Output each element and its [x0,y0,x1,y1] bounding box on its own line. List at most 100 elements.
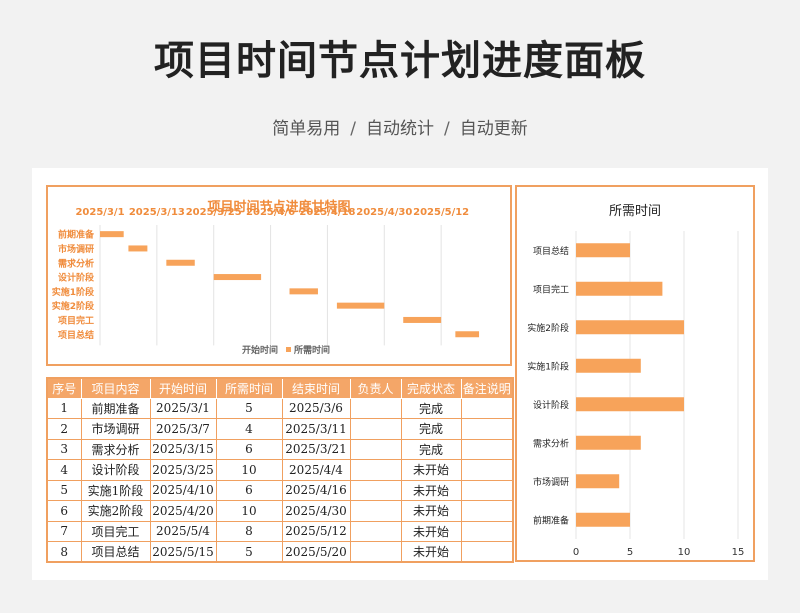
duration-bar [576,512,630,527]
table-cell: 2025/5/4 [149,520,217,542]
header-cell: 所需时间 [215,377,283,399]
y-category-label: 前期准备 [58,229,95,241]
table-cell: 2025/5/12 [281,520,351,542]
duration-bar [576,281,663,296]
table-cell: 2025/4/10 [149,479,217,501]
table-cell [349,397,402,419]
table-cell [349,438,402,460]
duration-bar [576,435,641,450]
y-category-label: 实施1阶段 [52,286,95,298]
table-row: 6 实施2阶段 2025/4/20 10 2025/4/30 未开始 [46,500,514,522]
table-cell: 完成 [400,438,462,460]
table-cell: 6 [215,479,283,501]
y-category-label: 设计阶段 [58,272,95,284]
table-cell: 6 [215,438,283,460]
y-category-label: 实施2阶段 [527,322,569,334]
table-cell [460,479,514,501]
y-category-label: 项目总结 [58,329,94,341]
table-cell: 1 [46,397,82,419]
table-cell: 完成 [400,397,462,419]
x-tick-label: 2025/3/13 [129,207,185,218]
table-cell [460,418,514,440]
y-category-label: 实施1阶段 [527,360,569,372]
header-cell: 项目内容 [80,377,151,399]
header-cell: 负责人 [349,377,402,399]
table-cell: 10 [215,459,283,481]
page-title: 项目时间节点计划进度面板 [154,38,646,84]
table-cell: 5 [215,541,283,563]
y-category-label: 市场调研 [58,243,94,255]
y-category-label: 项目完工 [58,314,94,326]
table-cell: 项目总结 [80,541,151,563]
schedule-table-panel: 序号 项目内容 开始时间 所需时间 结束时间 负责人 完成状态 备注说明 1 前期… [46,377,514,563]
table-cell: 完成 [400,418,462,440]
table-row: 2 市场调研 2025/3/7 4 2025/3/11 完成 [46,418,514,440]
gantt-bar [166,259,195,266]
y-category-label: 项目完工 [533,283,569,295]
table-cell: 2025/4/16 [281,479,351,501]
header-cell: 结束时间 [281,377,351,399]
table-cell [349,541,402,563]
x-tick-label: 2025/5/12 [413,207,469,218]
table-cell: 5 [46,479,82,501]
table-row: 8 项目总结 2025/5/15 5 2025/5/20 未开始 [46,541,514,563]
header-cell: 完成状态 [400,377,462,399]
table-cell: 市场调研 [80,418,151,440]
table-cell: 实施1阶段 [80,479,151,501]
x-tick-label: 2025/3/1 [75,207,124,218]
table-cell: 2025/3/25 [149,459,217,481]
legend-swatch [286,347,291,352]
table-cell [349,459,402,481]
duration-bar [576,320,684,335]
table-cell: 7 [46,520,82,542]
page-subtitle: 简单易用 / 自动统计 / 自动更新 [0,114,800,139]
table-cell: 2025/5/15 [149,541,217,563]
table-cell: 10 [215,500,283,522]
table-row: 1 前期准备 2025/3/1 5 2025/3/6 完成 [46,397,514,419]
duration-bar [576,243,630,258]
table-cell [460,459,514,481]
table-cell [460,541,514,563]
table-cell: 需求分析 [80,438,151,460]
table-cell [460,397,514,419]
table-row: 7 项目完工 2025/5/4 8 2025/5/12 未开始 [46,520,514,542]
table-cell [349,500,402,522]
y-category-label: 设计阶段 [533,399,569,411]
header-cell: 开始时间 [149,377,217,399]
table-cell: 未开始 [400,479,462,501]
table-cell: 2025/4/30 [281,500,351,522]
table-row: 4 设计阶段 2025/3/25 10 2025/4/4 未开始 [46,459,514,481]
table-cell: 2025/5/20 [281,541,351,563]
chart-title: 所需时间 [609,204,661,219]
table-cell: 实施2阶段 [80,500,151,522]
y-category-label: 需求分析 [58,257,94,269]
chart-title: 项目时间节点进度甘特图 [207,199,350,215]
table-cell: 未开始 [400,541,462,563]
table-cell: 8 [46,541,82,563]
header-cell: 序号 [46,377,82,399]
duration-bar [576,397,684,412]
table-cell: 6 [46,500,82,522]
table-row: 5 实施1阶段 2025/4/10 6 2025/4/16 未开始 [46,479,514,501]
y-category-label: 项目总结 [533,245,569,257]
table-cell: 2025/3/1 [149,397,217,419]
table-cell: 2025/3/7 [149,418,217,440]
table-cell: 项目完工 [80,520,151,542]
table-cell: 未开始 [400,459,462,481]
table-cell: 2025/3/15 [149,438,217,460]
y-category-label: 市场调研 [533,476,569,488]
table-cell [460,520,514,542]
table-cell: 2025/3/6 [281,397,351,419]
gantt-bar [213,274,262,281]
x-tick-label: 2025/4/30 [356,207,412,218]
table-cell [349,418,402,440]
table-cell: 4 [215,418,283,440]
table-cell [460,438,514,460]
subtitle-sep: / [350,119,356,139]
table-body: 1 前期准备 2025/3/1 5 2025/3/6 完成 2 市场调研 2025/3/7 4 20… [46,397,514,563]
table-cell: 3 [46,438,82,460]
duration-chart-panel: 所需时间 0 5 10 15 项目总结 项目完工 实施2阶段 实施1阶段 设计阶段 需求分析 市场调研… [515,185,755,562]
header-cell: 备注说明 [460,377,514,399]
gantt-bar [289,288,318,295]
table-cell: 设计阶段 [80,459,151,481]
